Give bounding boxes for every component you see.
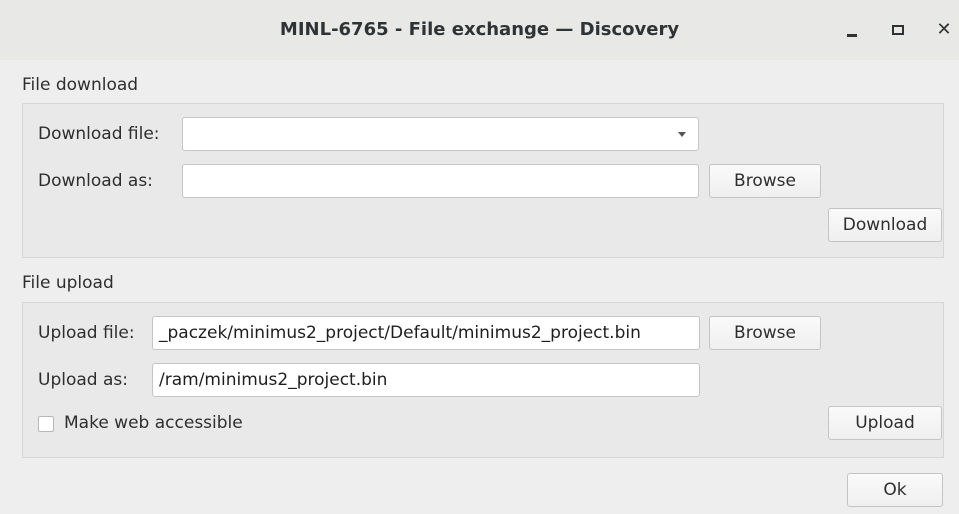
download-as-input[interactable] bbox=[182, 164, 699, 198]
close-button[interactable]: ✕ bbox=[932, 18, 956, 42]
download-file-label: Download file: bbox=[38, 124, 160, 144]
upload-file-input[interactable]: _paczek/minimus2_project/Default/minimus… bbox=[152, 316, 700, 350]
download-file-combobox[interactable] bbox=[182, 117, 699, 151]
maximize-icon bbox=[892, 25, 904, 35]
web-accessible-label[interactable]: Make web accessible bbox=[64, 413, 243, 433]
close-icon: ✕ bbox=[936, 19, 952, 40]
upload-file-label: Upload file: bbox=[38, 323, 135, 343]
title-bar[interactable]: MINL-6765 - File exchange — Discovery ✕ bbox=[0, 0, 959, 60]
window-title: MINL-6765 - File exchange — Discovery bbox=[279, 19, 680, 40]
file-exchange-window: MINL-6765 - File exchange — Discovery ✕ … bbox=[0, 0, 959, 514]
ok-button[interactable]: Ok bbox=[847, 473, 943, 507]
minimize-button[interactable] bbox=[840, 18, 864, 42]
web-accessible-checkbox[interactable] bbox=[38, 416, 54, 432]
upload-button[interactable]: Upload bbox=[828, 406, 942, 440]
download-as-label: Download as: bbox=[38, 171, 153, 191]
upload-section-label: File upload bbox=[22, 273, 114, 293]
upload-as-label: Upload as: bbox=[38, 370, 128, 390]
download-section-label: File download bbox=[22, 75, 139, 95]
upload-as-input[interactable]: /ram/minimus2_project.bin bbox=[152, 363, 700, 397]
minimize-icon bbox=[847, 33, 857, 37]
upload-browse-button[interactable]: Browse bbox=[709, 316, 821, 350]
maximize-button[interactable] bbox=[886, 18, 910, 42]
download-button[interactable]: Download bbox=[828, 208, 942, 242]
download-browse-button[interactable]: Browse bbox=[709, 164, 821, 198]
dropdown-arrow-icon bbox=[678, 132, 686, 137]
